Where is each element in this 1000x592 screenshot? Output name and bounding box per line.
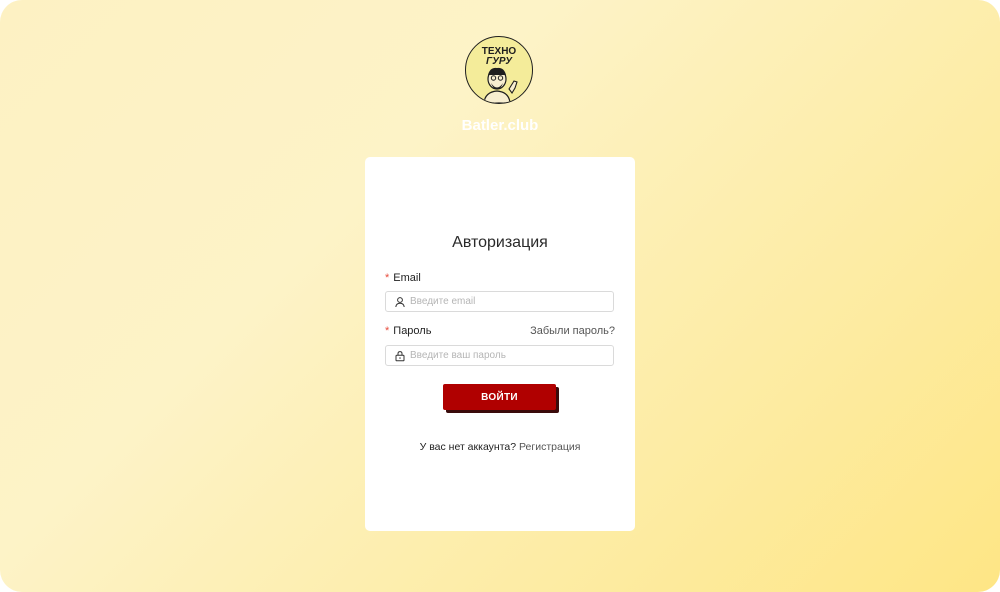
guru-mascot-icon: ТЕХНО ГУРУ [482, 46, 518, 103]
lock-icon [394, 350, 406, 362]
password-label-text: Пароль [393, 325, 432, 337]
forgot-password-link[interactable]: Забыли пароль? [530, 325, 615, 337]
password-field[interactable] [385, 345, 614, 366]
brand-logo: ТЕХНО ГУРУ [465, 36, 533, 104]
register-link[interactable]: Регистрация [519, 441, 580, 453]
page-title: Авторизация [452, 234, 548, 251]
logo-text-line2: ГУРУ [486, 56, 513, 67]
required-mark: * [385, 272, 390, 284]
no-account-text: У вас нет аккаунта? [419, 441, 517, 453]
email-label-text: Email [393, 272, 421, 284]
email-label: * Email [385, 272, 421, 284]
login-button[interactable]: ВОЙТИ [443, 384, 556, 410]
register-prompt: У вас нет аккаунта? Регистрация [365, 441, 635, 453]
password-input[interactable] [410, 350, 610, 361]
email-field[interactable] [385, 291, 614, 312]
login-screen: ТЕХНО ГУРУ Batler.club Авторизация * Emai… [0, 0, 1000, 592]
user-icon [394, 296, 406, 308]
login-card: Авторизация *Email *Пароль Забыли пароль… [365, 157, 635, 531]
site-name: Batler.club [461, 117, 539, 134]
password-label: * Пароль [385, 325, 431, 337]
email-input[interactable] [410, 296, 610, 307]
required-mark: * [385, 325, 390, 337]
